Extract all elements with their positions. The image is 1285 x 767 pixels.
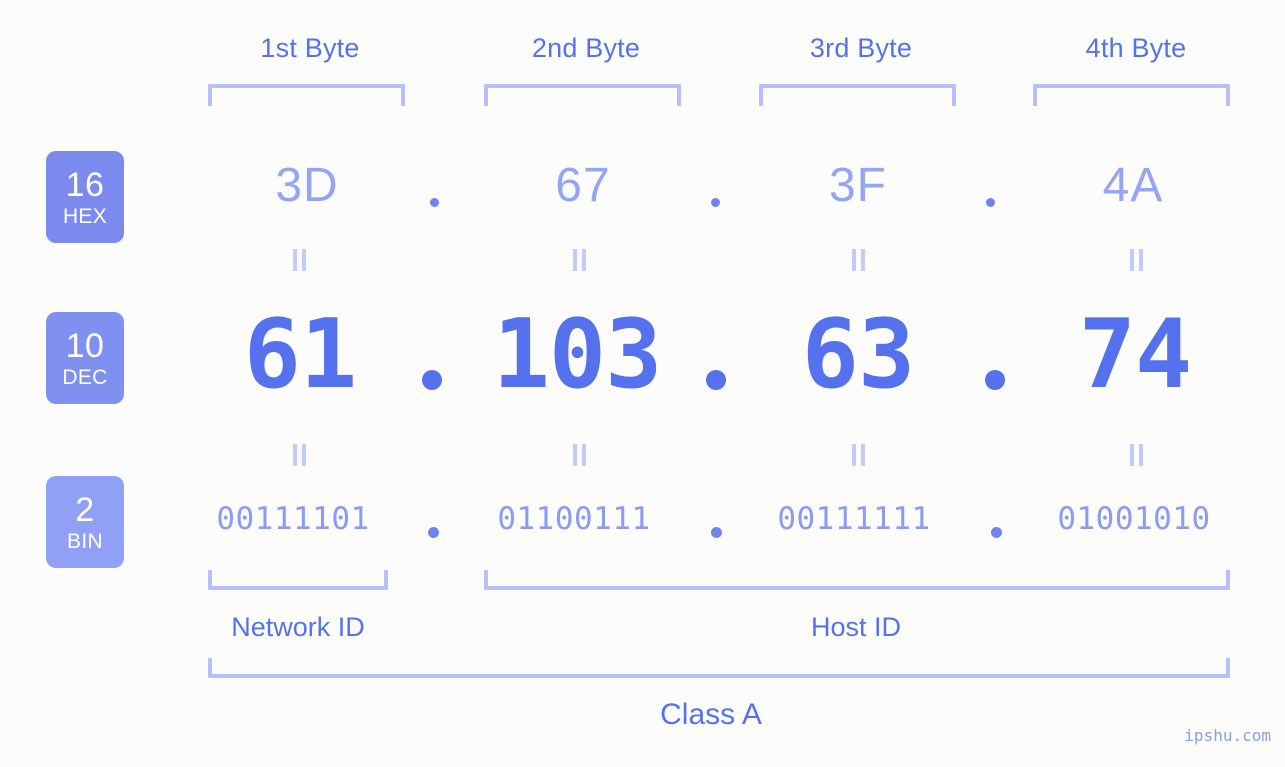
byte-bracket-1: [208, 84, 405, 106]
byte-bracket-3: [759, 84, 956, 106]
ip-address-breakdown-diagram: 1st Byte 2nd Byte 3rd Byte 4th Byte 16 H…: [0, 0, 1285, 767]
hex-value-byte-4: 4A: [1102, 159, 1164, 212]
dec-separator-dot-2: [706, 370, 726, 390]
bin-separator-dot-1: [428, 527, 439, 538]
equals-mark-hex-dec-4: [1125, 249, 1147, 271]
byte-bracket-4: [1033, 84, 1230, 106]
equals-mark-dec-bin-3: [847, 444, 869, 466]
hex-value-byte-2: 67: [555, 159, 611, 212]
byte-header-4: 4th Byte: [1085, 33, 1187, 63]
class-label: Class A: [660, 698, 762, 731]
dec-separator-dot-1: [422, 370, 442, 390]
bin-separator-dot-3: [991, 527, 1002, 538]
byte-header-3: 3rd Byte: [809, 33, 913, 63]
watermark: ipshu.com: [1184, 726, 1271, 745]
equals-mark-dec-bin-2: [568, 444, 590, 466]
equals-mark-hex-dec-1: [288, 249, 310, 271]
equals-mark-dec-bin-4: [1125, 444, 1147, 466]
dec-value-byte-4: 74: [1078, 300, 1192, 410]
equals-mark-dec-bin-1: [288, 444, 310, 466]
equals-mark-hex-dec-2: [568, 249, 590, 271]
host-id-bracket: [484, 570, 1230, 590]
base-badge-dec-abbr: DEC: [62, 365, 108, 389]
base-badge-hex-abbr: HEX: [62, 204, 108, 228]
bin-value-byte-4: 01001010: [1057, 501, 1211, 537]
host-id-label: Host ID: [810, 612, 902, 642]
network-id-bracket: [208, 570, 388, 590]
bin-value-byte-1: 00111101: [216, 501, 370, 537]
base-badge-bin: 2 BIN: [46, 476, 124, 568]
byte-bracket-2: [484, 84, 681, 106]
class-bracket: [208, 658, 1230, 678]
base-badge-dec: 10 DEC: [46, 312, 124, 404]
hex-value-byte-1: 3D: [275, 159, 339, 212]
bin-separator-dot-2: [711, 527, 722, 538]
dec-value-byte-3: 63: [801, 300, 915, 410]
hex-value-byte-3: 3F: [828, 159, 887, 212]
byte-header-1: 1st Byte: [260, 33, 360, 63]
hex-separator-dot-2: [711, 198, 720, 207]
bin-value-byte-3: 00111111: [777, 501, 931, 537]
hex-separator-dot-1: [430, 198, 439, 207]
dec-separator-dot-3: [985, 370, 1005, 390]
equals-mark-hex-dec-3: [847, 249, 869, 271]
base-badge-hex: 16 HEX: [46, 151, 124, 243]
base-badge-bin-abbr: BIN: [67, 529, 103, 553]
base-badge-dec-number: 10: [65, 326, 105, 365]
dec-value-byte-1: 61: [243, 300, 357, 410]
bin-value-byte-2: 01100111: [497, 501, 651, 537]
hex-separator-dot-3: [986, 198, 995, 207]
byte-header-2: 2nd Byte: [531, 33, 641, 63]
dec-value-byte-2: 103: [492, 300, 663, 410]
base-badge-bin-number: 2: [75, 490, 95, 529]
network-id-label: Network ID: [231, 612, 365, 642]
base-badge-hex-number: 16: [65, 165, 105, 204]
